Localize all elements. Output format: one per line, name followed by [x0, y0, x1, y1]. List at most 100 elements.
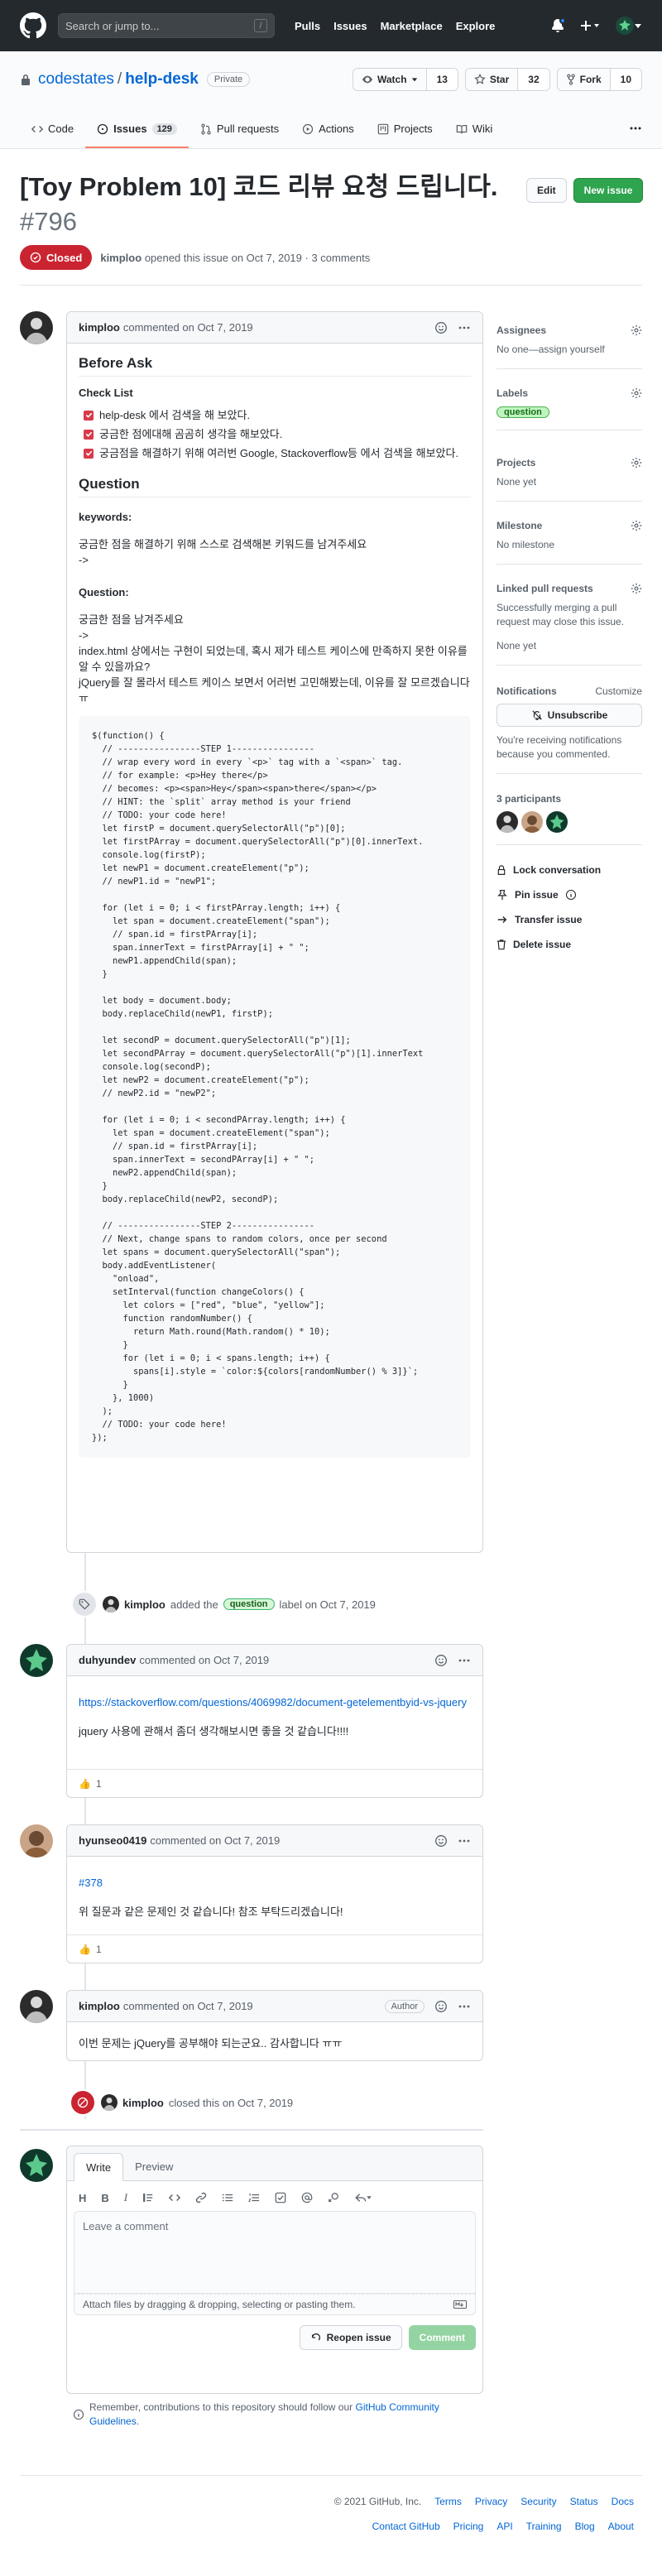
footer-link-privacy[interactable]: Privacy — [475, 2496, 507, 2507]
stackoverflow-link[interactable]: https://stackoverflow.com/questions/4069… — [79, 1696, 467, 1709]
kebab-menu-icon[interactable] — [458, 321, 471, 334]
event-actor[interactable]: kimploo — [122, 2097, 164, 2109]
bold-button[interactable]: B — [101, 2192, 108, 2204]
tab-write[interactable]: Write — [74, 2153, 124, 2181]
repo-owner-link[interactable]: codestates — [38, 70, 114, 89]
more-tabs-kebab-icon[interactable] — [629, 122, 642, 148]
kebab-menu-icon[interactable] — [458, 1834, 471, 1848]
repo-name-link[interactable]: help-desk — [125, 70, 199, 89]
comment-author[interactable]: duhyundev — [79, 1654, 136, 1666]
attach-files-area[interactable]: Attach files by dragging & dropping, sel… — [74, 2294, 476, 2315]
tab-actions[interactable]: Actions — [290, 123, 366, 148]
unsubscribe-button[interactable]: Unsubscribe — [496, 704, 642, 727]
reply-icon[interactable] — [354, 2192, 372, 2204]
global-search-input[interactable]: Search or jump to... / — [58, 13, 275, 38]
link-icon[interactable] — [195, 2192, 207, 2204]
unordered-list-icon[interactable] — [222, 2192, 233, 2204]
mention-icon[interactable] — [301, 2192, 313, 2204]
heading-button[interactable]: H — [79, 2192, 86, 2204]
task-list-icon[interactable] — [275, 2192, 286, 2204]
nav-marketplace[interactable]: Marketplace — [381, 20, 443, 32]
assignees-value[interactable]: No one—assign yourself — [496, 343, 642, 357]
info-icon[interactable] — [565, 889, 577, 901]
ordered-list-icon[interactable] — [248, 2192, 260, 2204]
footer-link-api[interactable]: API — [496, 2521, 512, 2532]
avatar-hyunseo0419[interactable] — [20, 1824, 53, 1858]
tab-wiki[interactable]: Wiki — [444, 123, 505, 148]
italic-button[interactable]: I — [124, 2191, 127, 2204]
comment-author[interactable]: kimploo — [79, 321, 120, 334]
footer-link-status[interactable]: Status — [570, 2496, 598, 2507]
star-button[interactable]: Star 32 — [464, 68, 550, 91]
footer-link-training[interactable]: Training — [526, 2521, 562, 2532]
footer-link-blog[interactable]: Blog — [575, 2521, 595, 2532]
footer-link-security[interactable]: Security — [520, 2496, 556, 2507]
create-new-plus-icon[interactable] — [579, 19, 601, 32]
delete-issue-button[interactable]: Delete issue — [496, 939, 571, 950]
avatar-duhyundev[interactable] — [20, 1644, 53, 1677]
participant-avatar[interactable] — [521, 811, 543, 833]
lock-conversation-button[interactable]: Lock conversation — [496, 864, 601, 876]
gear-icon[interactable] — [631, 520, 642, 531]
footer-link-docs[interactable]: Docs — [612, 2496, 634, 2507]
smiley-icon[interactable] — [434, 2000, 448, 2013]
label-question[interactable]: question — [496, 406, 549, 418]
nav-issues[interactable]: Issues — [333, 20, 367, 32]
quote-icon[interactable] — [142, 2192, 154, 2204]
transfer-issue-button[interactable]: Transfer issue — [496, 914, 582, 925]
footer-link-contact[interactable]: Contact GitHub — [372, 2521, 440, 2532]
gear-icon[interactable] — [631, 583, 642, 594]
gear-icon[interactable] — [631, 387, 642, 399]
comment-timestamp[interactable]: commented on Oct 7, 2019 — [123, 321, 253, 334]
avatar-current-user[interactable] — [20, 2149, 53, 2182]
smiley-icon[interactable] — [434, 1834, 448, 1848]
tab-code[interactable]: Code — [20, 123, 85, 148]
customize-link[interactable]: Customize — [595, 685, 642, 697]
comment-author[interactable]: kimploo — [79, 2000, 120, 2012]
nav-explore[interactable]: Explore — [456, 20, 496, 32]
thumbs-up-reaction[interactable]: 👍 1 — [79, 1944, 102, 1955]
avatar-kimploo[interactable] — [20, 1990, 53, 2023]
label-question[interactable]: question — [223, 1598, 275, 1610]
comment-timestamp[interactable]: commented on Oct 7, 2019 — [123, 2000, 253, 2012]
comment-textarea[interactable]: Leave a comment — [74, 2211, 476, 2294]
notifications-bell-icon[interactable] — [551, 17, 566, 32]
markdown-icon[interactable] — [453, 2300, 467, 2309]
star-count[interactable]: 32 — [518, 69, 549, 90]
avatar-kimploo-small[interactable] — [103, 1596, 119, 1612]
gear-icon[interactable] — [631, 324, 642, 336]
tab-preview[interactable]: Preview — [123, 2152, 185, 2180]
fork-button[interactable]: Fork 10 — [556, 68, 642, 91]
thumbs-up-reaction[interactable]: 👍 1 — [79, 1778, 102, 1790]
nav-pulls[interactable]: Pulls — [295, 20, 320, 32]
user-menu-avatar-icon[interactable] — [616, 17, 642, 35]
avatar-kimploo-small[interactable] — [101, 2094, 118, 2111]
watch-count[interactable]: 13 — [426, 69, 458, 90]
comment-timestamp[interactable]: commented on Oct 7, 2019 — [139, 1654, 269, 1666]
comment-author[interactable]: hyunseo0419 — [79, 1834, 146, 1847]
footer-link-about[interactable]: About — [608, 2521, 634, 2532]
issue-reference-link[interactable]: #378 — [79, 1877, 103, 1889]
cross-reference-icon[interactable] — [328, 2192, 339, 2204]
smiley-icon[interactable] — [434, 321, 448, 334]
github-logo-icon[interactable] — [20, 12, 46, 39]
tab-issues[interactable]: Issues 129 — [85, 123, 189, 148]
fork-count[interactable]: 10 — [610, 69, 641, 90]
edit-title-button[interactable]: Edit — [526, 178, 567, 203]
new-issue-button[interactable]: New issue — [573, 178, 644, 203]
footer-link-pricing[interactable]: Pricing — [453, 2521, 484, 2532]
participant-avatar[interactable] — [496, 811, 518, 833]
watch-button[interactable]: Watch 13 — [353, 68, 458, 91]
reopen-issue-button[interactable]: Reopen issue — [299, 2325, 402, 2350]
participant-avatar[interactable] — [546, 811, 568, 833]
event-actor[interactable]: kimploo — [124, 1598, 166, 1611]
pin-issue-button[interactable]: Pin issue — [496, 889, 577, 901]
smiley-icon[interactable] — [434, 1654, 448, 1667]
kebab-menu-icon[interactable] — [458, 2000, 471, 2013]
comment-timestamp[interactable]: commented on Oct 7, 2019 — [150, 1834, 280, 1847]
comment-submit-button[interactable]: Comment — [408, 2325, 476, 2350]
kebab-menu-icon[interactable] — [458, 1654, 471, 1667]
avatar-kimploo[interactable] — [20, 311, 53, 344]
gear-icon[interactable] — [631, 457, 642, 469]
issue-author-link[interactable]: kimploo — [100, 252, 142, 264]
